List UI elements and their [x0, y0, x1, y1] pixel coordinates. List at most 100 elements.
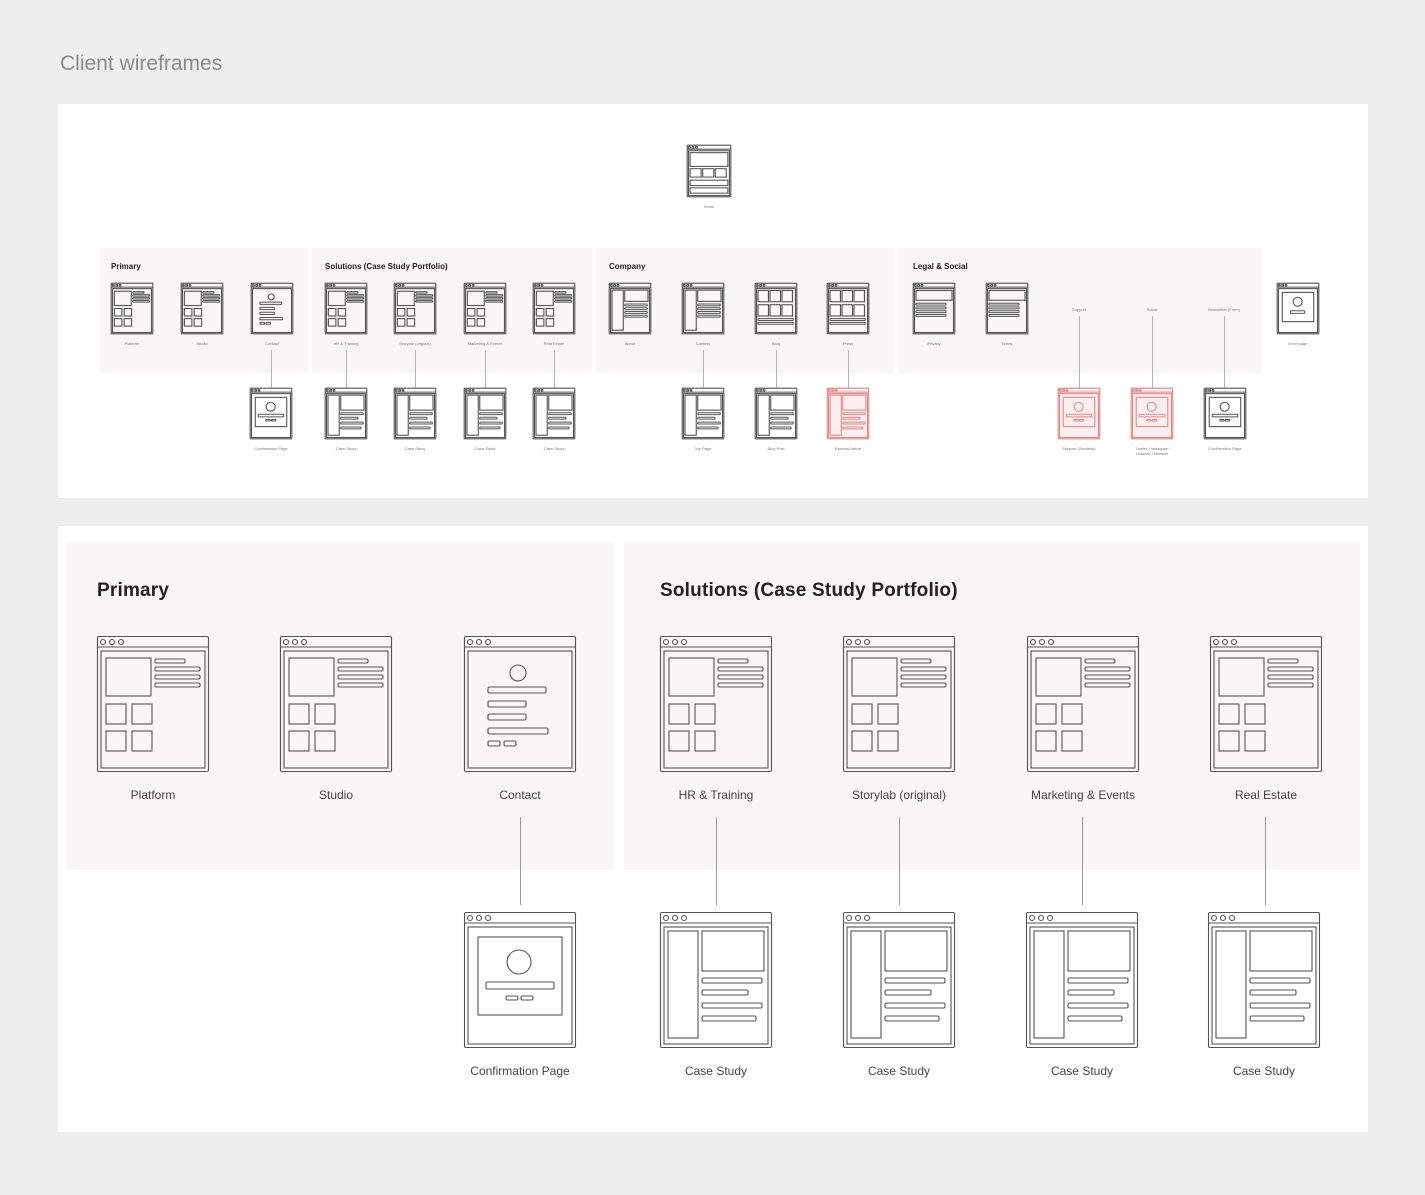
confirmation-wireframe-icon	[1203, 387, 1247, 440]
overview-group-title-primary: Primary	[111, 262, 141, 271]
connector-line	[1265, 817, 1266, 905]
sitemap-overview: Primary Solutions (Case Study Portfolio)…	[58, 104, 1368, 498]
wireframe-label: Case Study	[684, 1064, 748, 1078]
detail-group-title-primary: Primary	[97, 580, 170, 601]
grid-page-wireframe-icon	[279, 635, 393, 773]
article-wireframe-icon	[681, 387, 725, 440]
connector-line	[776, 350, 777, 388]
grid-page-wireframe-icon	[96, 635, 210, 773]
grid-page-wireframe-icon	[180, 282, 224, 335]
wireframe-label: Real Estate	[543, 341, 565, 346]
overview-group-title-company: Company	[609, 262, 646, 271]
confirmation-wireframe-icon	[249, 387, 293, 440]
connector-line	[485, 350, 486, 388]
sitemap-detail: Primary Solutions (Case Study Portfolio)…	[58, 526, 1368, 1132]
wireframe-label: Case Study	[335, 446, 357, 451]
wireframe-label: HR & Training	[678, 788, 754, 802]
link-label-support: Support	[1071, 307, 1086, 312]
wireframe-label: About	[624, 341, 636, 346]
wireframe-label: Platform	[130, 788, 176, 802]
connector-line	[1082, 817, 1083, 905]
wireframe-label: Terms	[1001, 341, 1013, 346]
article-wireframe-icon	[532, 387, 576, 440]
wireframe-label: Confirmation Page	[254, 446, 288, 451]
wireframe-label: Real Estate	[1234, 788, 1298, 802]
connector-line	[346, 350, 347, 388]
confirmation-wireframe-icon	[1057, 387, 1101, 440]
article-wireframe-icon	[754, 387, 798, 440]
grid-page-wireframe-icon	[110, 282, 154, 335]
wireframe-label: Job Page	[694, 446, 712, 451]
wireframe-label: Home	[703, 204, 715, 209]
grid-page-wireframe-icon	[1026, 635, 1140, 773]
wireframe-label: Storylab (original)	[851, 788, 947, 802]
connector-line	[554, 350, 555, 388]
wireframe-label: External Article	[834, 446, 862, 451]
article-wireframe-icon	[1207, 911, 1321, 1049]
grid-page-wireframe-icon	[532, 282, 576, 335]
grid-page-wireframe-icon	[1209, 635, 1323, 773]
connector-line	[703, 350, 704, 388]
wireframe-label: Marketing & Events	[1030, 788, 1136, 802]
wireframe-label: Platform	[124, 341, 140, 346]
wireframe-label: Blog	[771, 341, 780, 346]
connector-line	[1152, 316, 1153, 388]
grid-page-wireframe-icon	[842, 635, 956, 773]
wireframe-label: Press	[842, 341, 854, 346]
grid-page-wireframe-icon	[463, 282, 507, 335]
confirmation-wireframe-icon	[1130, 387, 1174, 440]
connector-line	[899, 817, 900, 905]
grid-page-wireframe-icon	[393, 282, 437, 335]
wireframe-label: Case Study	[867, 1064, 931, 1078]
article-wireframe-icon	[826, 387, 870, 440]
wireframe-label: Privacy	[927, 341, 941, 346]
wireframe-label: HR & Training	[333, 341, 359, 346]
wireframe-label: Studio	[318, 788, 354, 802]
article-wireframe-icon	[842, 911, 956, 1049]
overview-group-title-solutions: Solutions (Case Study Portfolio)	[325, 262, 448, 271]
wireframe-label: Contact	[265, 341, 279, 346]
wireframe-label: Case Study	[1232, 1064, 1296, 1078]
connector-line	[1079, 316, 1080, 388]
grid-page-wireframe-icon	[659, 635, 773, 773]
wireframe-label: Careers	[695, 341, 711, 346]
home-wireframe-icon	[686, 144, 732, 198]
connector-line	[716, 817, 717, 905]
overview-group-title-legal-social: Legal & Social	[913, 262, 968, 271]
connector-line	[848, 350, 849, 388]
wireframe-label: Blog Post	[767, 446, 785, 451]
article-wireframe-icon	[659, 911, 773, 1049]
error-page-wireframe-icon	[1276, 282, 1320, 335]
wireframe-label: LinkedIn / Medium	[1135, 451, 1169, 456]
connector-line	[1224, 316, 1225, 388]
connector-line	[415, 350, 416, 388]
wireframe-label: Storylab (original)	[399, 341, 431, 346]
sidebar-page-wireframe-icon	[608, 282, 652, 335]
confirmation-wireframe-icon	[463, 911, 577, 1049]
text-page-wireframe-icon	[985, 282, 1029, 335]
link-label-social: Social	[1146, 307, 1158, 312]
wireframe-label: Confirmation Page	[1208, 446, 1242, 451]
detail-group-title-solutions: Solutions (Case Study Portfolio)	[660, 580, 958, 601]
connector-line	[271, 350, 272, 388]
wireframe-label: Case Study	[543, 446, 565, 451]
wireframe-label: Support (Zendesk)	[1062, 446, 1096, 451]
article-wireframe-icon	[463, 387, 507, 440]
link-label-newsletter: Newsletter (Form)	[1207, 307, 1240, 312]
article-wireframe-icon	[324, 387, 368, 440]
wireframe-label: Case Study	[404, 446, 426, 451]
sidebar-page-wireframe-icon	[681, 282, 725, 335]
grid-page-wireframe-icon	[324, 282, 368, 335]
wireframe-label: Studio	[196, 341, 208, 346]
tiles-page-wireframe-icon	[826, 282, 870, 335]
connector-line	[520, 817, 521, 905]
article-wireframe-icon	[1025, 911, 1139, 1049]
form-page-wireframe-icon	[250, 282, 294, 335]
wireframe-label: Contact	[499, 788, 541, 802]
wireframe-label: Confirmation Page	[470, 1064, 570, 1078]
text-page-wireframe-icon	[912, 282, 956, 335]
page-title: Client wireframes	[60, 52, 223, 75]
form-page-wireframe-icon	[463, 635, 577, 773]
wireframe-label: Case Study	[474, 446, 496, 451]
wireframe-label: Error page	[1288, 341, 1308, 346]
